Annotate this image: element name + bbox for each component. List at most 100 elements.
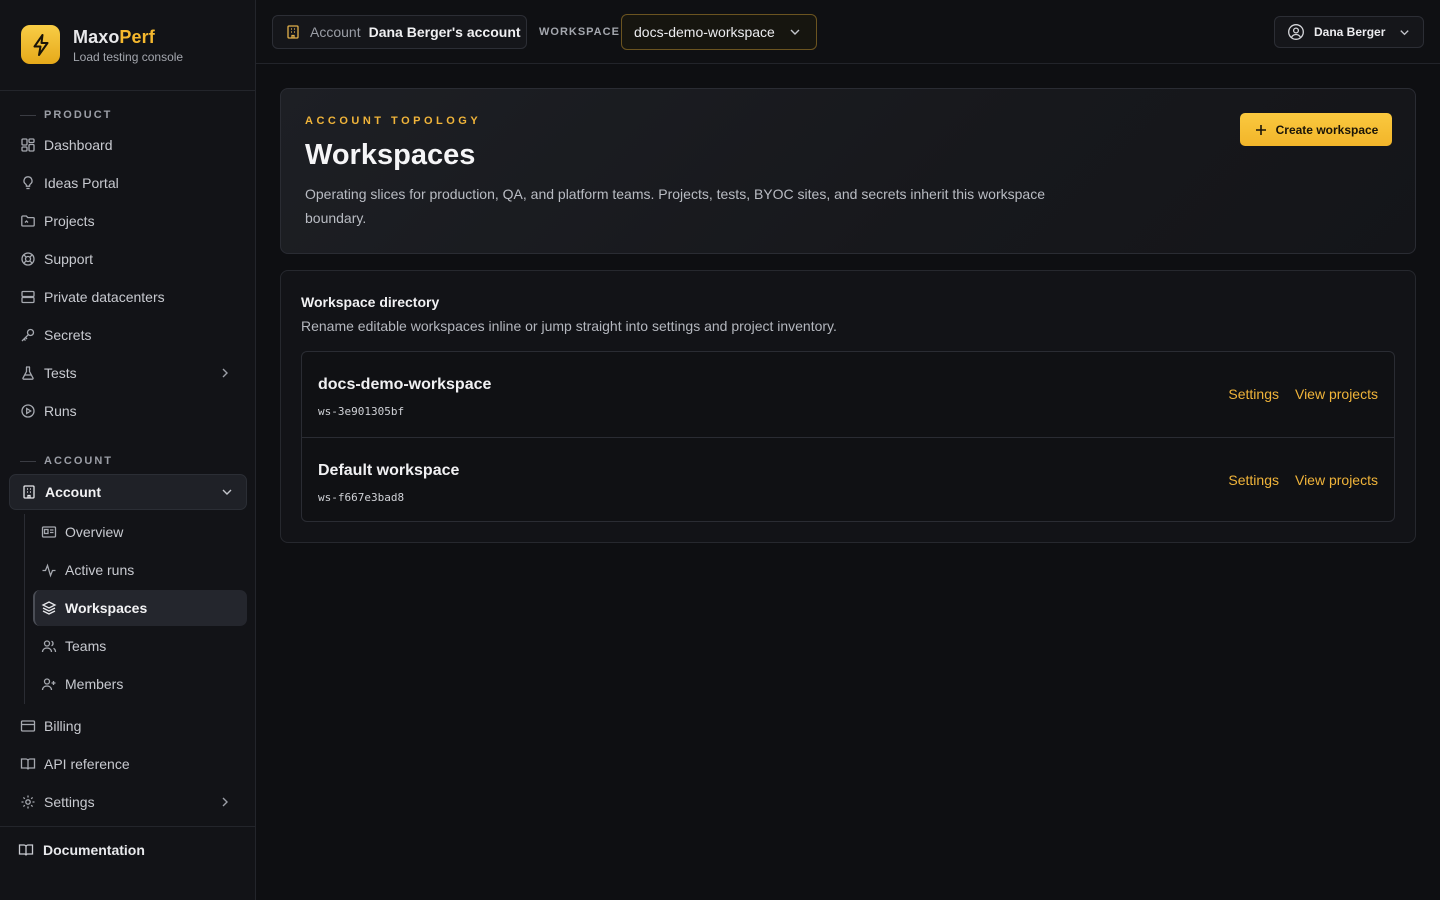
- lightbulb-icon: [23, 176, 33, 190]
- sidebar-item-runs[interactable]: Runs: [20, 396, 240, 426]
- sidebar-item-label: Projects: [44, 213, 95, 229]
- user-menu[interactable]: Dana Berger: [1274, 16, 1424, 48]
- key-icon: [21, 328, 35, 342]
- sidebar-item-label: Support: [44, 251, 94, 267]
- brand[interactable]: MaxoPerf Load testing console: [21, 25, 183, 64]
- view-projects-link[interactable]: View projects: [1295, 386, 1378, 402]
- settings-link[interactable]: Settings: [1228, 386, 1279, 402]
- sidebar-subitem-label: Overview: [65, 524, 124, 540]
- account-switcher[interactable]: Account Dana Berger's account: [272, 15, 527, 49]
- chevron-right-icon: [222, 368, 228, 378]
- sidebar-item-api-reference[interactable]: API reference: [20, 749, 240, 779]
- brand-subtitle: Load testing console: [73, 49, 184, 64]
- account-name: Dana Berger's account: [368, 24, 521, 40]
- building-icon: [23, 485, 35, 499]
- sidebar-item-label: Tests: [44, 365, 77, 381]
- create-workspace-button[interactable]: Create workspace: [1240, 113, 1392, 146]
- users-icon: [41, 640, 57, 653]
- sidebar-item-ideas-portal[interactable]: Ideas Portal: [20, 168, 240, 198]
- id-card-icon: [41, 526, 57, 538]
- lightning-logo-icon: [21, 25, 60, 64]
- documentation-label: Documentation: [43, 842, 145, 858]
- section-title: Workspace directory: [301, 294, 440, 310]
- sidebar-item-label: Settings: [44, 794, 95, 810]
- sidebar-group-label: Account: [45, 484, 101, 500]
- documentation-link[interactable]: Documentation: [18, 842, 145, 858]
- server-icon: [21, 290, 35, 304]
- plus-icon: [1255, 124, 1266, 135]
- play-circle-icon: [21, 404, 35, 418]
- workspace-label: WORKSPACE: [539, 26, 620, 38]
- workspace-id: ws-f667e3bad8: [318, 491, 405, 504]
- sidebar-item-label: Billing: [44, 718, 82, 734]
- topbar: Account Dana Berger's account WORKSPACE …: [256, 0, 1440, 64]
- building-icon: [287, 25, 299, 39]
- workspace-name[interactable]: docs-demo-workspace: [318, 376, 491, 394]
- flask-icon: [22, 366, 34, 380]
- sidebar-item-label: API reference: [44, 756, 130, 772]
- sidebar-subitem-label: Teams: [65, 638, 107, 654]
- sidebar-item-private-datacenters[interactable]: Private datacenters: [20, 282, 240, 312]
- page-description: Operating slices for production, QA, and…: [305, 186, 1045, 226]
- workspace-select[interactable]: docs-demo-workspace: [621, 14, 817, 50]
- page-title: Workspaces: [305, 139, 476, 171]
- section-label-product: PRODUCT: [20, 109, 112, 121]
- dashboard-icon: [21, 138, 35, 152]
- lifebuoy-icon: [21, 252, 35, 266]
- sidebar-item-label: Runs: [44, 403, 77, 419]
- sidebar-subitem-members[interactable]: Members: [41, 669, 241, 699]
- user-circle-icon: [1288, 24, 1304, 40]
- chevron-right-icon: [222, 797, 228, 807]
- settings-link[interactable]: Settings: [1228, 472, 1279, 488]
- book-icon: [20, 758, 36, 770]
- chevron-down-icon: [790, 29, 800, 35]
- workspace-name[interactable]: Default workspace: [318, 462, 459, 480]
- workspace-id: ws-3e901305bf: [318, 405, 405, 418]
- workspace-row: docs-demo-workspace ws-3e901305bf Settin…: [302, 352, 1394, 437]
- sidebar-subitem-label: Workspaces: [65, 600, 148, 616]
- create-workspace-label: Create workspace: [1275, 122, 1379, 137]
- sidebar-item-projects[interactable]: Projects: [20, 206, 240, 236]
- sidebar-item-billing[interactable]: Billing: [20, 711, 240, 741]
- section-label-account: ACCOUNT: [20, 455, 113, 467]
- divider: [0, 826, 255, 827]
- book-icon: [18, 844, 34, 856]
- sidebar-subitem-label: Members: [65, 676, 124, 692]
- submenu-rail: [24, 514, 25, 704]
- workspace-list: docs-demo-workspace ws-3e901305bf Settin…: [301, 351, 1395, 522]
- sidebar-subitem-active-runs[interactable]: Active runs: [41, 555, 241, 585]
- credit-card-icon: [20, 720, 36, 732]
- folder-icon: [21, 215, 35, 227]
- sidebar-item-settings[interactable]: Settings: [20, 787, 240, 817]
- sidebar-group-account[interactable]: Account: [9, 474, 247, 510]
- activity-icon: [42, 563, 56, 578]
- sidebar: MaxoPerf Load testing console PRODUCT Da…: [0, 0, 256, 900]
- sidebar-subitem-workspaces[interactable]: Workspaces: [41, 593, 241, 623]
- workspace-row: Default workspace ws-f667e3bad8 Settings…: [302, 437, 1394, 522]
- view-projects-link[interactable]: View projects: [1295, 472, 1378, 488]
- divider: [0, 90, 255, 91]
- page-eyebrow: ACCOUNT TOPOLOGY: [305, 115, 482, 127]
- sidebar-subitem-teams[interactable]: Teams: [41, 631, 241, 661]
- user-plus-icon: [41, 678, 56, 691]
- layers-icon: [41, 601, 57, 615]
- sidebar-item-secrets[interactable]: Secrets: [20, 320, 240, 350]
- chevron-down-icon: [222, 489, 232, 495]
- gear-icon: [21, 795, 35, 809]
- page-header-card: ACCOUNT TOPOLOGY Workspaces Operating sl…: [280, 88, 1416, 254]
- workspace-directory-card: Workspace directory Rename editable work…: [280, 270, 1416, 543]
- sidebar-item-tests[interactable]: Tests: [20, 358, 240, 388]
- section-description: Rename editable workspaces inline or jum…: [301, 318, 837, 334]
- sidebar-subitem-overview[interactable]: Overview: [41, 517, 241, 547]
- workspace-selected: docs-demo-workspace: [634, 24, 775, 40]
- user-name: Dana Berger: [1314, 25, 1386, 39]
- account-prefix: Account: [310, 24, 361, 40]
- sidebar-item-label: Dashboard: [44, 137, 113, 153]
- sidebar-item-label: Private datacenters: [44, 289, 165, 305]
- sidebar-item-label: Ideas Portal: [44, 175, 119, 191]
- brand-name: MaxoPerf: [73, 26, 155, 47]
- chevron-down-icon: [1400, 29, 1409, 35]
- sidebar-item-label: Secrets: [44, 327, 92, 343]
- sidebar-item-dashboard[interactable]: Dashboard: [20, 130, 240, 160]
- sidebar-item-support[interactable]: Support: [20, 244, 240, 274]
